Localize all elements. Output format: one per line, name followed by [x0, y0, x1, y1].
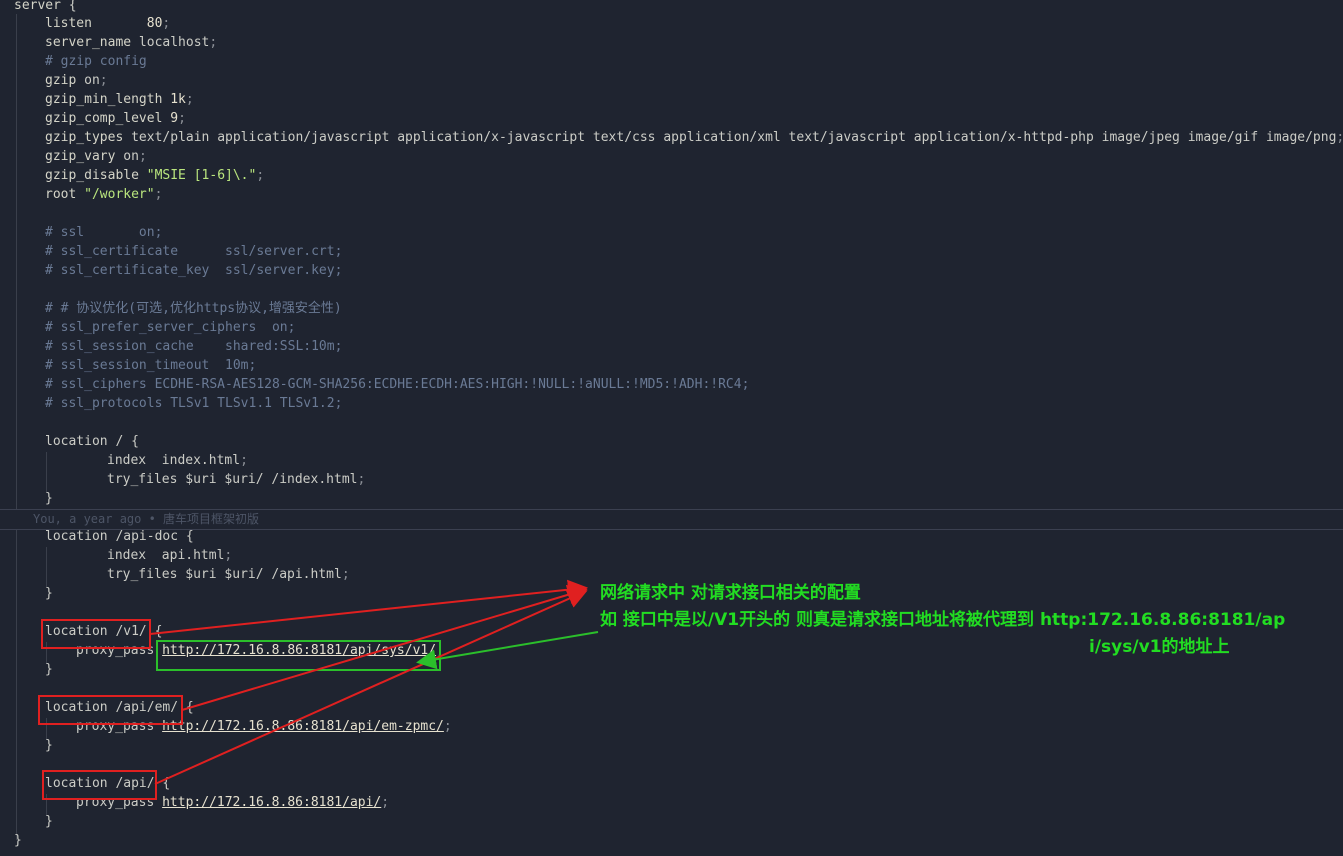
green-arrow: [416, 631, 599, 670]
annotation-text-line2: 如 接口中是以/V1开头的 则真是请求接口地址将被代理到 http:172.16…: [600, 610, 1286, 630]
code-editor[interactable]: server { listen 80; server_name localhos…: [0, 0, 1343, 856]
red-arrow: [154, 589, 588, 785]
annotation-text-line3: i/sys/v1的地址上: [1089, 637, 1230, 657]
annotation-arrows: [149, 579, 599, 785]
red-arrow: [181, 584, 588, 711]
red-arrow: [149, 579, 588, 635]
annotation-text-line1: 网络请求中 对请求接口相关的配置: [600, 583, 861, 603]
